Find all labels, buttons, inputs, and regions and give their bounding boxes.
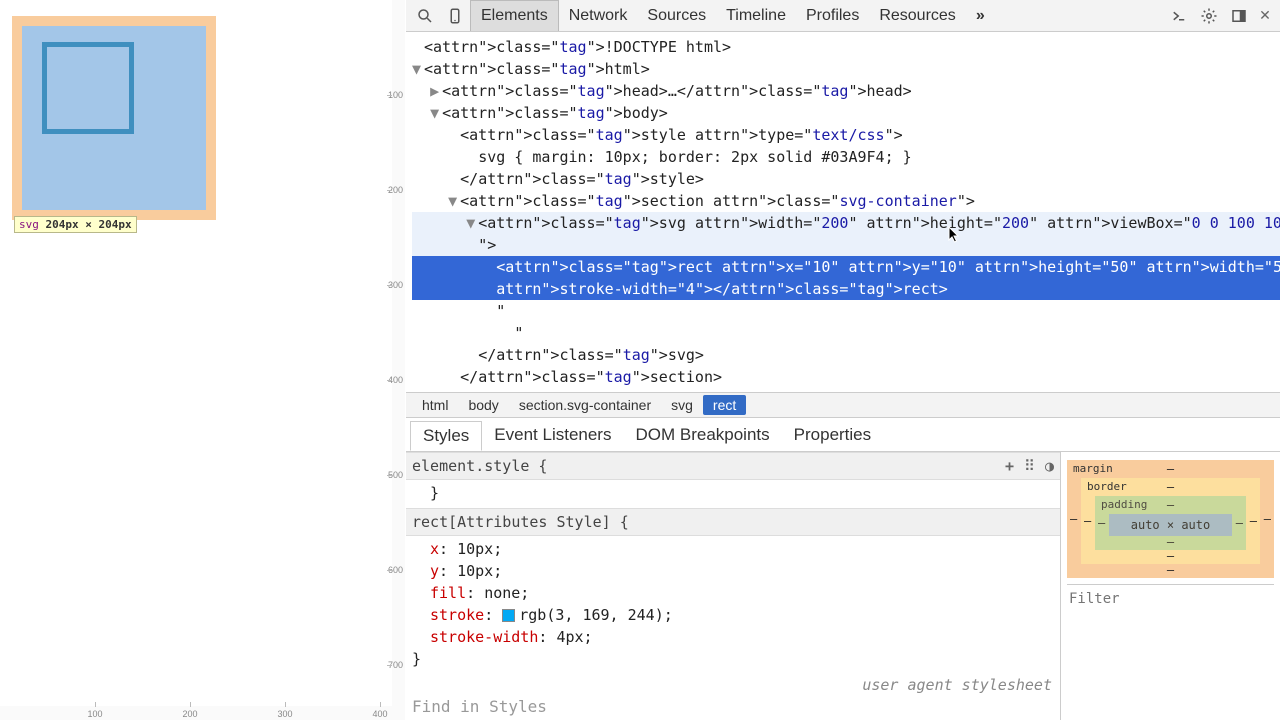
style-prop[interactable]: stroke-width: 4px; <box>430 626 1054 648</box>
tab-profiles[interactable]: Profiles <box>796 0 869 31</box>
settings-button[interactable] <box>1194 3 1224 29</box>
console-icon <box>1170 7 1188 25</box>
dom-line[interactable]: ▼<attrn">class="tag">svg attrn">width="2… <box>412 212 1280 234</box>
styles-wrap: element.style { + ⠿ ◑ } rect[Attributes … <box>406 452 1280 720</box>
dom-line[interactable]: <attrn">class="tag">rect attrn">x="10" a… <box>412 256 1280 278</box>
expand-arrow-icon[interactable]: ▼ <box>448 190 460 212</box>
panel-tabs: ElementsNetworkSourcesTimelineProfilesRe… <box>470 0 966 31</box>
styles-filter[interactable] <box>1067 584 1274 609</box>
toggle-state-icon[interactable]: ⠿ <box>1024 455 1035 477</box>
subtab-properties[interactable]: Properties <box>782 421 883 449</box>
subtab-dom-breakpoints[interactable]: DOM Breakpoints <box>623 421 781 449</box>
expand-arrow-icon[interactable]: ▼ <box>412 58 424 80</box>
tab-resources[interactable]: Resources <box>869 0 965 31</box>
dom-line[interactable]: </attrn">class="tag">svg> <box>412 344 1280 366</box>
bm-padding[interactable]: padding –––– auto × auto <box>1095 496 1246 550</box>
dom-line[interactable]: ▼<attrn">class="tag">body> <box>412 102 1280 124</box>
styles-pane[interactable]: element.style { + ⠿ ◑ } rect[Attributes … <box>406 452 1060 720</box>
style-prop[interactable]: y: 10px; <box>430 560 1054 582</box>
tab-elements[interactable]: Elements <box>470 0 559 31</box>
find-in-styles[interactable]: Find in Styles <box>412 696 830 718</box>
tab-timeline[interactable]: Timeline <box>716 0 796 31</box>
crumb-svg[interactable]: svg <box>661 395 703 415</box>
gear-icon <box>1200 7 1218 25</box>
device-mode-button[interactable] <box>440 3 470 29</box>
dom-line[interactable]: svg { margin: 10px; border: 2px solid #0… <box>412 146 1280 168</box>
animations-icon[interactable]: ◑ <box>1045 455 1054 477</box>
subtab-event-listeners[interactable]: Event Listeners <box>482 421 623 449</box>
ruler-horizontal: 100200300400 <box>0 706 405 720</box>
close-devtools-button[interactable]: ✕ <box>1254 7 1276 24</box>
search-icon <box>416 7 434 25</box>
crumb-body[interactable]: body <box>458 395 508 415</box>
phone-icon <box>446 7 464 25</box>
style-prop[interactable]: fill: none; <box>430 582 1054 604</box>
dom-line[interactable]: </attrn">class="tag">style> <box>412 168 1280 190</box>
dom-line[interactable]: ▶<attrn">class="tag">head>…</attrn">clas… <box>412 80 1280 102</box>
tab-sources[interactable]: Sources <box>637 0 716 31</box>
ruler-vertical: 100200300400500600700 <box>392 0 405 720</box>
dock-button[interactable] <box>1224 3 1254 29</box>
devtools-panel: ElementsNetworkSourcesTimelineProfilesRe… <box>406 0 1280 720</box>
page-preview: svg 204px × 204px 100200300400500600700 … <box>0 0 405 720</box>
rule-element-style[interactable]: element.style { + ⠿ ◑ <box>406 452 1060 480</box>
tab-network[interactable]: Network <box>559 0 638 31</box>
show-console-button[interactable] <box>1164 3 1194 29</box>
dom-line[interactable]: ▼<attrn">class="tag">html> <box>412 58 1280 80</box>
dom-breadcrumb: htmlbodysection.svg-containersvgrect <box>406 392 1280 418</box>
inspect-button[interactable] <box>410 3 440 29</box>
dom-line[interactable]: " <box>412 322 1280 344</box>
style-prop[interactable]: stroke: rgb(3, 169, 244); <box>430 604 1054 626</box>
bm-content[interactable]: auto × auto <box>1109 514 1232 536</box>
expand-arrow-icon[interactable]: ▼ <box>466 212 478 234</box>
dom-line[interactable]: " <box>412 300 1280 322</box>
crumb-rect[interactable]: rect <box>703 395 746 415</box>
dom-line[interactable]: <attrn">class="tag">!DOCTYPE html> <box>412 36 1280 58</box>
crumb-section-svg-container[interactable]: section.svg-container <box>509 395 661 415</box>
new-rule-icon[interactable]: + <box>1005 455 1014 477</box>
rule-attributes-style[interactable]: rect[Attributes Style] { <box>406 508 1060 536</box>
expand-arrow-icon[interactable]: ▶ <box>430 80 442 102</box>
dom-line[interactable]: ▼<attrn">class="tag">section attrn">clas… <box>412 190 1280 212</box>
styles-subtabs: StylesEvent ListenersDOM BreakpointsProp… <box>406 418 1280 452</box>
expand-arrow-icon[interactable]: ▼ <box>430 102 442 124</box>
dom-tree[interactable]: <attrn">class="tag">!DOCTYPE html>▼<attr… <box>406 32 1280 392</box>
svg-rect-preview <box>42 42 134 134</box>
dom-line[interactable]: <attrn">class="tag">style attrn">type="t… <box>412 124 1280 146</box>
dom-line[interactable]: attrn">stroke-width="4"></attrn">class="… <box>412 278 1280 300</box>
dom-line[interactable]: </attrn">class="tag">body> <box>412 388 1280 392</box>
box-model-pane: margin –––– border –––– padding –––– aut… <box>1060 452 1280 720</box>
filter-input[interactable] <box>1069 591 1272 607</box>
bm-margin[interactable]: margin –––– border –––– padding –––– aut… <box>1067 460 1274 578</box>
dock-icon <box>1230 7 1248 25</box>
dom-line[interactable]: </attrn">class="tag">section> <box>412 366 1280 388</box>
overflow-tabs[interactable]: » <box>966 7 995 25</box>
color-swatch[interactable] <box>502 609 515 622</box>
bm-border[interactable]: border –––– padding –––– auto × auto <box>1081 478 1260 564</box>
crumb-html[interactable]: html <box>412 395 458 415</box>
devtools-toolbar: ElementsNetworkSourcesTimelineProfilesRe… <box>406 0 1280 32</box>
dom-line[interactable]: "> <box>412 234 1280 256</box>
subtab-styles[interactable]: Styles <box>410 421 482 451</box>
style-prop[interactable]: x: 10px; <box>430 538 1054 560</box>
element-tooltip: svg 204px × 204px <box>14 216 137 233</box>
user-agent-note: user agent stylesheet <box>406 674 1060 696</box>
